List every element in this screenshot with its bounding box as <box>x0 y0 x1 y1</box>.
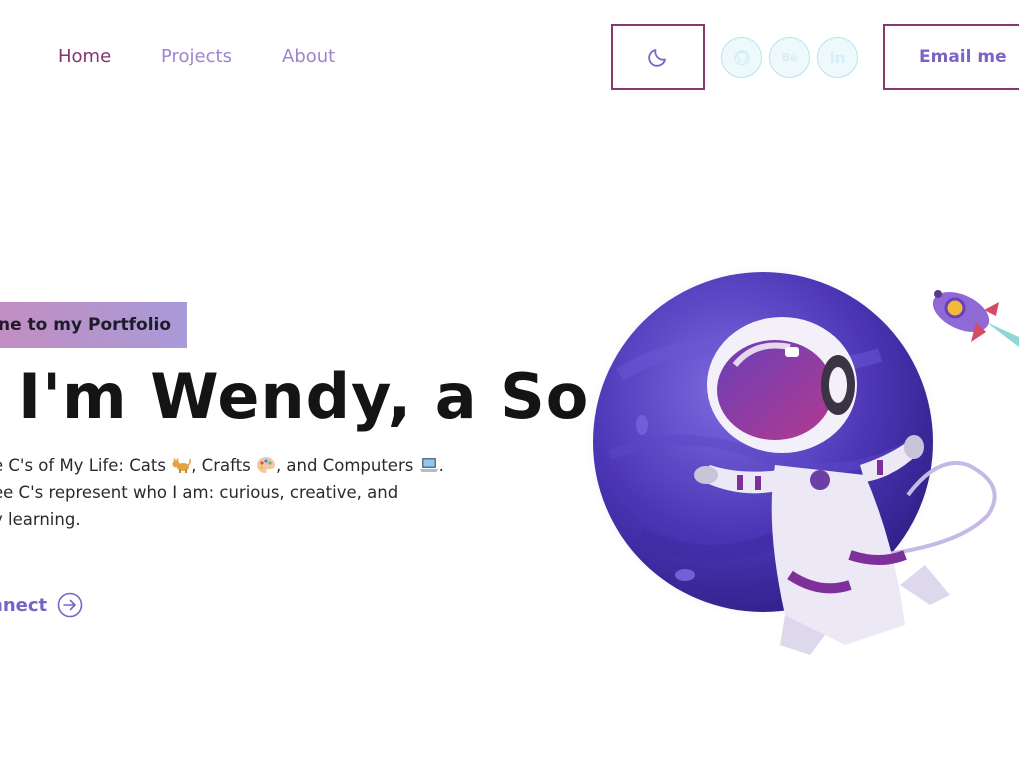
nav-projects-link[interactable]: Projects <box>161 46 232 67</box>
intro-computers-text: , and Computers <box>275 456 414 475</box>
intro-cats-text: e C's of My Life: Cats <box>0 456 166 475</box>
hero-intro: e C's of My Life: Cats , Crafts , and Co… <box>0 452 493 533</box>
email-me-button[interactable]: Email me <box>883 24 1019 90</box>
intro-line-2: ee C's represent who I am: curious, crea… <box>0 483 399 502</box>
intro-period: . <box>438 456 444 475</box>
intro-line-3: y learning. <box>0 510 81 529</box>
welcome-tagline: ne to my Portfolio <box>0 302 187 348</box>
linkedin-link[interactable]: in <box>817 37 858 78</box>
palette-emoji-icon <box>256 457 275 473</box>
linkedin-icon: in <box>829 48 846 67</box>
intro-line-1: e C's of My Life: Cats , Crafts , and Co… <box>0 452 493 479</box>
rocket-illustration <box>932 290 1019 347</box>
nav-home-link[interactable]: Home <box>58 46 111 67</box>
theme-toggle-button[interactable] <box>611 24 705 90</box>
welcome-tagline-text: ne to my Portfolio <box>0 315 172 335</box>
nav-about-link[interactable]: About <box>282 46 335 67</box>
email-me-label: Email me <box>919 47 1007 67</box>
laptop-emoji-icon <box>419 458 438 472</box>
github-link[interactable] <box>721 37 762 78</box>
moon-icon <box>648 49 666 67</box>
intro-crafts-text: , Crafts <box>191 456 251 475</box>
cat-emoji-icon <box>172 457 192 473</box>
github-icon <box>734 50 749 65</box>
connect-label: nnect <box>0 594 48 616</box>
hero-headline: I'm Wendy, a So <box>18 360 590 433</box>
arrow-right-circle-icon <box>57 592 83 618</box>
behance-icon: Bē <box>781 51 798 64</box>
connect-link[interactable]: nnect <box>0 592 83 618</box>
behance-link[interactable]: Bē <box>769 37 810 78</box>
